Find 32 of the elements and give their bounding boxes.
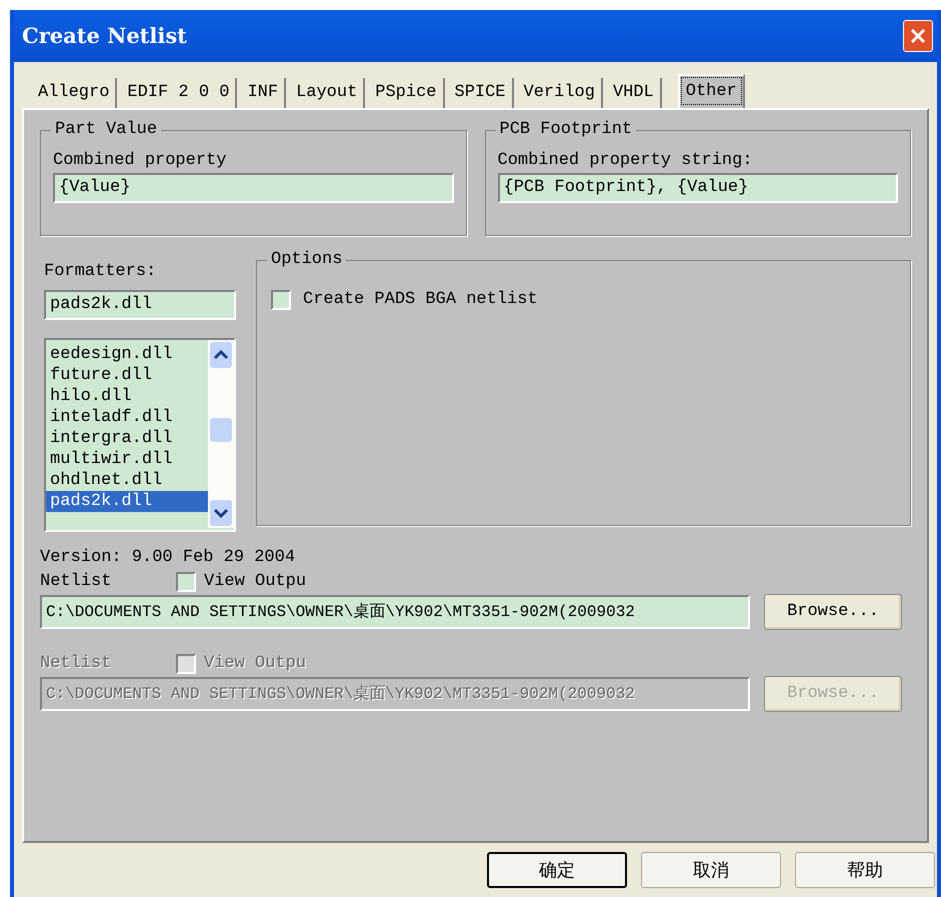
checkbox[interactable] (271, 290, 291, 310)
netlist-label: Netlist (40, 653, 112, 676)
dialog-button[interactable]: 确定 (487, 852, 627, 888)
dialog-button[interactable]: 帮助 (795, 852, 935, 888)
netlist-label: Netlist (40, 571, 112, 594)
text-field[interactable]: {Value} (53, 173, 454, 203)
dialog-button[interactable]: 取消 (641, 852, 781, 888)
list-item[interactable]: hilo.dll (46, 386, 208, 407)
window-title: Create Netlist (22, 22, 187, 50)
version-text: Version: 9.00 Feb 29 2004 (40, 547, 296, 569)
checkbox-label: View Outpu (204, 653, 306, 676)
list-item[interactable]: future.dll (46, 365, 208, 386)
checkbox[interactable] (176, 572, 196, 592)
checkbox-label: Create PADS BGA netlist (303, 289, 538, 311)
list-item[interactable]: intergra.dll (46, 428, 208, 449)
list-item[interactable]: multiwir.dll (46, 449, 208, 470)
text-field[interactable]: pads2k.dll (44, 290, 236, 320)
formatter-list[interactable]: eedesign.dll future.dll hilo.dll inteladf.dll intergra.dll multiwir.dll ohdlnet.dll pads2k.dll (44, 338, 236, 532)
close-button[interactable] (903, 20, 933, 52)
browse-button[interactable]: Browse... (764, 594, 902, 630)
field-label: Combined property (53, 150, 228, 172)
formatters-label: Formatters: (44, 261, 158, 283)
checkbox-label: View Outpu (204, 571, 306, 594)
list-item[interactable]: ohdlnet.dll (46, 470, 208, 491)
list-item[interactable]: pads2k.dll (46, 491, 208, 512)
list-item[interactable]: eedesign.dll (46, 344, 208, 365)
tab[interactable]: Other (678, 74, 745, 108)
path-field[interactable]: C:\DOCUMENTS AND SETTINGS\OWNER\桌面\YK902\MT3351-902M(2009032 (40, 595, 750, 629)
list-item[interactable]: inteladf.dll (46, 407, 208, 428)
field-label: Combined property string: (498, 150, 754, 172)
text-field[interactable]: {PCB Footprint}, {Value} (498, 173, 898, 203)
close-icon (910, 28, 926, 44)
